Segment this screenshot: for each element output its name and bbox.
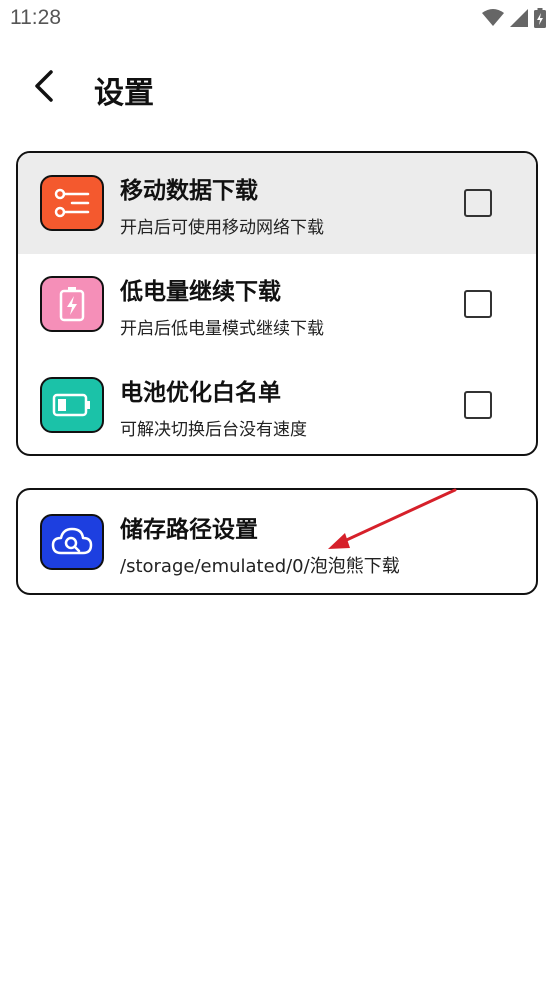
status-bar: 11:28 [0, 0, 554, 40]
download-settings-card: 移动数据下载 开启后可使用移动网络下载 低电量继续下载 开启后低电量模式继续下载… [16, 151, 538, 456]
setting-title: 低电量继续下载 [120, 279, 281, 305]
setting-subtitle: 开启后可使用移动网络下载 [120, 218, 324, 238]
status-icons [482, 8, 546, 32]
header: 设置 [0, 50, 554, 124]
wifi-icon [482, 9, 504, 31]
chevron-left-icon [32, 69, 56, 107]
mobile-data-checkbox[interactable] [464, 189, 492, 217]
setting-subtitle: 开启后低电量模式继续下载 [120, 319, 324, 339]
setting-row-mobile-data[interactable]: 移动数据下载 开启后可使用移动网络下载 [18, 153, 536, 254]
battery-bolt-icon [40, 276, 104, 332]
cloud-search-icon [40, 514, 104, 570]
status-time: 11:28 [10, 6, 61, 29]
setting-title: 移动数据下载 [120, 178, 258, 204]
storage-title: 储存路径设置 [120, 517, 258, 543]
page-title: 设置 [94, 76, 154, 111]
signal-icon [510, 9, 528, 31]
setting-subtitle: 可解决切换后台没有速度 [120, 420, 307, 440]
battery-whitelist-checkbox[interactable] [464, 391, 492, 419]
storage-path: /storage/emulated/0/泡泡熊下载 [120, 556, 400, 577]
setting-row-storage-path[interactable]: 储存路径设置 /storage/emulated/0/泡泡熊下载 [18, 490, 536, 592]
setting-title: 电池优化白名单 [120, 380, 281, 406]
setting-row-low-battery[interactable]: 低电量继续下载 开启后低电量模式继续下载 [18, 254, 536, 355]
storage-path-card[interactable]: 储存路径设置 /storage/emulated/0/泡泡熊下载 [16, 488, 538, 595]
battery-icon [40, 377, 104, 433]
back-button[interactable] [22, 66, 66, 110]
battery-charging-icon [534, 8, 546, 32]
low-battery-checkbox[interactable] [464, 290, 492, 318]
list-filter-icon [40, 175, 104, 231]
setting-row-battery-whitelist[interactable]: 电池优化白名单 可解决切换后台没有速度 [18, 355, 536, 454]
